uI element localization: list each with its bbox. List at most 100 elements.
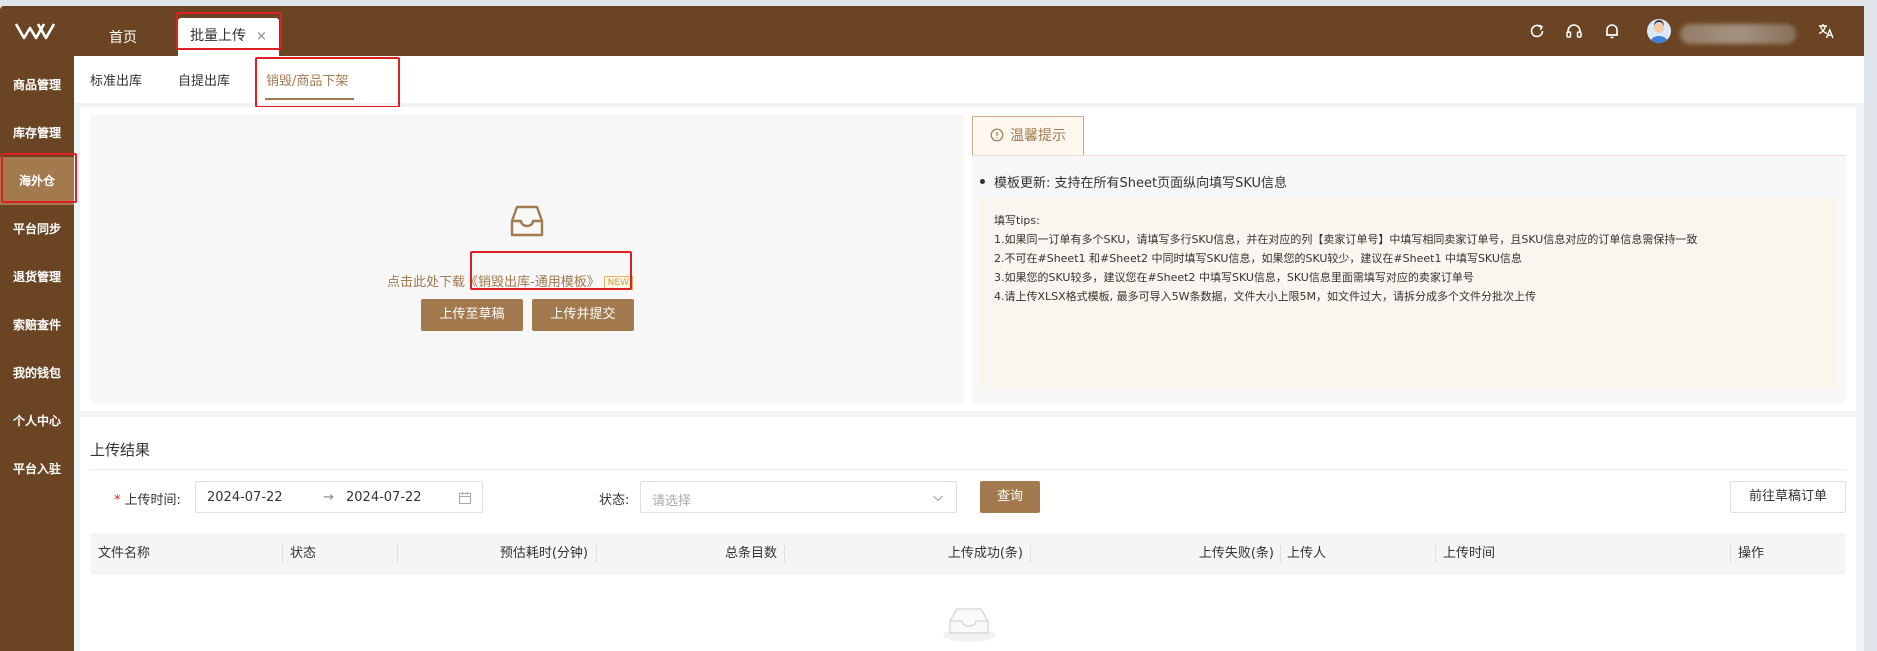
download-template-text: 点击此处下载《销毁出库-通用模板》 NEW [387, 271, 634, 290]
inbox-icon [510, 205, 544, 237]
upload-dropzone[interactable]: 点击此处下载《销毁出库-通用模板》 NEW 上传至草稿 上传并提交 [90, 115, 964, 403]
calendar-icon[interactable] [458, 491, 472, 505]
tab-batch-upload-label: 批量上传 [190, 28, 246, 44]
upload-time-label-text: 上传时间: [124, 493, 181, 508]
template-download-link[interactable]: 《销毁出库-通用模板》 [465, 275, 600, 290]
chevron-down-icon [933, 495, 943, 502]
sidebar-item-label: 索赔查件 [12, 318, 61, 332]
sidebar-item-product-management[interactable]: 商品管理 [0, 61, 74, 109]
column-header-file-name: 文件名称 [98, 546, 151, 561]
tab-batch-upload[interactable]: 批量上传 × [178, 18, 279, 56]
column-header-estimated-time: 预估耗时(分钟) [499, 546, 588, 561]
refresh-icon[interactable] [1527, 21, 1547, 41]
fill-tips-title: 填写tips: [994, 214, 1040, 227]
fill-tip-line: 1.如果同一订单有多个SKU，请填写多行SKU信息，并在对应的列【卖家订单号】中… [994, 233, 1698, 246]
results-title: 上传结果 [90, 441, 151, 459]
column-separator [1435, 545, 1436, 563]
template-update-text: 模板更新: 支持在所有Sheet页面纵向填写SKU信息 [994, 176, 1288, 191]
upload-time-label: * 上传时间: [114, 489, 181, 508]
sidebar-item-label: 商品管理 [12, 78, 61, 92]
date-end-value[interactable]: 2024-07-22 [346, 490, 422, 505]
fill-tip-line: 2.不可在#Sheet1 和#Sheet2 中同时填写SKU信息，如果您的SKU… [994, 252, 1522, 265]
new-badge: NEW [603, 276, 634, 290]
upload-and-submit-button[interactable]: 上传并提交 [532, 299, 634, 331]
sidebar-item-label: 退货管理 [12, 270, 61, 284]
status-select[interactable]: 请选择 [640, 481, 957, 513]
upload-to-draft-label: 上传至草稿 [439, 307, 505, 322]
sidebar-item-label: 平台同步 [12, 222, 61, 236]
column-separator [784, 545, 785, 563]
tab-home[interactable]: 首页 [95, 20, 151, 56]
upload-results-panel: 上传结果 * 上传时间: 2024-07-22 → 2024-07-22 状态: … [80, 417, 1856, 651]
column-separator [1030, 545, 1031, 563]
sidebar-item-label: 库存管理 [12, 126, 61, 140]
info-circle-icon [990, 128, 1004, 142]
date-range-arrow: → [323, 490, 334, 505]
upload-date-range-picker[interactable]: 2024-07-22 → 2024-07-22 [195, 481, 483, 513]
sidebar-item-claims[interactable]: 索赔查件 [0, 301, 74, 349]
tab-destroy-delist[interactable]: 销毁/商品下架 [266, 70, 348, 89]
required-mark: * [114, 493, 121, 508]
tips-tab[interactable]: 温馨提示 [972, 116, 1084, 156]
username-blurred [1680, 24, 1796, 44]
close-icon[interactable]: × [256, 29, 267, 44]
user-avatar[interactable] [1647, 19, 1671, 43]
column-header-status: 状态 [290, 546, 317, 561]
column-header-total-entries: 总条目数 [724, 546, 777, 561]
sidebar-item-inventory-management[interactable]: 库存管理 [0, 109, 74, 157]
column-header-upload-failed: 上传失败(条) [1198, 546, 1274, 561]
template-update-note: 模板更新: 支持在所有Sheet页面纵向填写SKU信息 [980, 172, 1287, 191]
query-button[interactable]: 查询 [980, 481, 1040, 513]
sidebar-item-label: 海外仓 [18, 174, 55, 188]
results-divider [90, 469, 1846, 470]
tips-tab-label: 温馨提示 [1010, 128, 1066, 144]
bullet-icon [980, 179, 985, 184]
tab-self-pickup-outbound[interactable]: 自提出库 [178, 70, 230, 89]
sidebar-item-overseas-warehouse[interactable]: 海外仓 [0, 157, 74, 205]
column-header-uploader: 上传人 [1287, 546, 1327, 561]
column-header-upload-time: 上传时间 [1443, 546, 1496, 561]
tab-home-label: 首页 [109, 30, 137, 46]
sidebar-item-platform-onboarding[interactable]: 平台入驻 [0, 445, 74, 493]
translate-icon[interactable] [1816, 21, 1836, 41]
status-placeholder: 请选择 [652, 494, 692, 509]
brand-logo-icon[interactable] [14, 20, 58, 42]
window-edge [1864, 0, 1877, 651]
column-header-actions: 操作 [1738, 546, 1765, 561]
go-to-draft-orders-label: 前往草稿订单 [1748, 489, 1827, 504]
upload-to-draft-button[interactable]: 上传至草稿 [421, 299, 523, 331]
tab-standard-outbound[interactable]: 标准出库 [90, 70, 142, 89]
empty-data-icon [943, 608, 995, 642]
tips-body: 模板更新: 支持在所有Sheet页面纵向填写SKU信息 填写tips: 1.如果… [972, 156, 1846, 403]
sidebar-item-label: 平台入驻 [12, 462, 61, 476]
column-separator [1280, 545, 1281, 563]
query-button-label: 查询 [996, 489, 1023, 504]
status-label: 状态: [599, 493, 630, 508]
column-separator [596, 545, 597, 563]
sidebar: 商品管理 库存管理 海外仓 平台同步 退货管理 索赔查件 我的钱包 个人中心 平… [0, 56, 74, 651]
download-prefix: 点击此处下载 [387, 275, 466, 290]
headset-icon[interactable] [1564, 21, 1584, 41]
tips-panel: 温馨提示 模板更新: 支持在所有Sheet页面纵向填写SKU信息 填写tips:… [972, 116, 1846, 403]
sidebar-item-label: 个人中心 [12, 414, 61, 428]
avatar-face-icon [1650, 20, 1668, 43]
fill-tip-line: 4.请上传XLSX格式模板, 最多可导入5W条数据，文件大小上限5M，如文件过大… [994, 290, 1537, 303]
upload-and-submit-label: 上传并提交 [550, 307, 616, 322]
sidebar-item-label: 我的钱包 [12, 366, 61, 380]
bell-icon[interactable] [1602, 21, 1622, 41]
column-header-upload-success: 上传成功(条) [947, 546, 1023, 561]
top-bar: 首页 批量上传 × [0, 6, 1864, 56]
sub-navigation: 标准出库 自提出库 销毁/商品下架 [74, 56, 1864, 103]
date-start-value[interactable]: 2024-07-22 [207, 490, 283, 505]
sidebar-item-personal-center[interactable]: 个人中心 [0, 397, 74, 445]
fill-tips-box: 填写tips: 1.如果同一订单有多个SKU，请填写多行SKU信息，并在对应的列… [980, 198, 1838, 388]
results-table-header: 文件名称 状态 预估耗时(分钟) 总条目数 上传成功(条) 上传失败(条) 上传… [90, 533, 1846, 575]
sidebar-item-returns[interactable]: 退货管理 [0, 253, 74, 301]
column-separator [282, 545, 283, 563]
fill-tip-line: 3.如果您的SKU较多，建议您在#Sheet2 中填写SKU信息，SKU信息里面… [994, 271, 1474, 284]
sidebar-item-wallet[interactable]: 我的钱包 [0, 349, 74, 397]
column-separator [397, 545, 398, 563]
column-separator [1730, 545, 1731, 563]
sidebar-item-platform-sync[interactable]: 平台同步 [0, 205, 74, 253]
go-to-draft-orders-button[interactable]: 前往草稿订单 [1730, 481, 1846, 513]
